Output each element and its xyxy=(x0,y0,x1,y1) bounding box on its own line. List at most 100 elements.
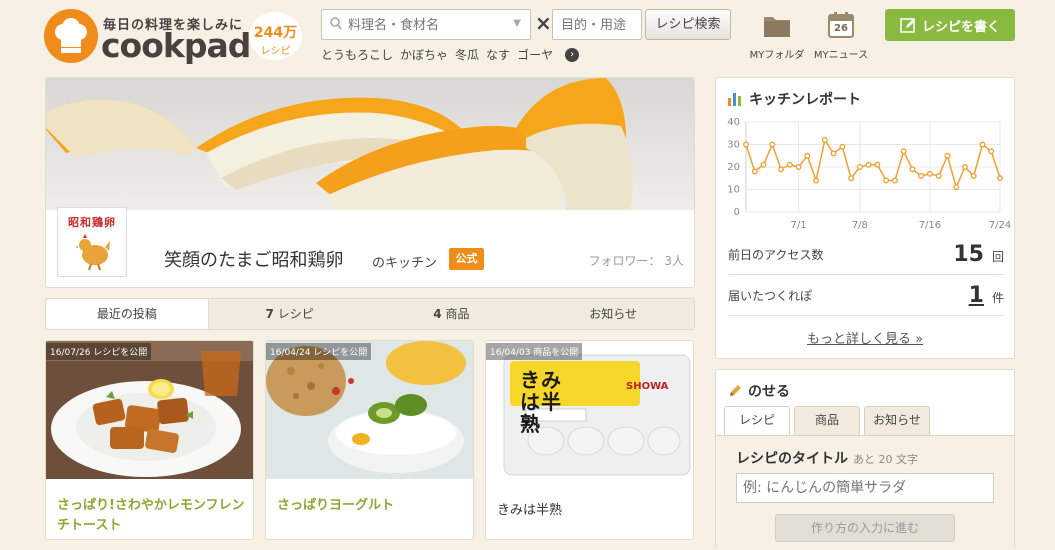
folder-icon xyxy=(764,17,790,37)
kitchen-name[interactable]: 笑顔のたまご昭和鶏卵 xyxy=(164,246,343,272)
kitchen-report-heading: キッチンレポート xyxy=(728,89,861,109)
access-data-point xyxy=(874,161,881,168)
access-data-point xyxy=(848,175,855,182)
write-recipe-button[interactable]: レシピを書く xyxy=(885,9,1015,41)
my-folder-label: MYフォルダ xyxy=(749,50,805,61)
french-toast-photo xyxy=(46,341,253,479)
access-data-point xyxy=(865,161,872,168)
tsukurepo-unit: 件 xyxy=(991,291,1004,305)
access-data-point xyxy=(786,161,793,168)
y-tick-label: 30 xyxy=(727,140,740,151)
access-data-point xyxy=(962,164,968,170)
kitchen-suffix: のキッチン xyxy=(372,256,438,271)
post-card[interactable]: SHOWA きみは半熟 16/04/03 商品を公開 きみは半熟 xyxy=(485,340,694,540)
tab-count: 4 xyxy=(433,307,442,321)
access-data-point xyxy=(804,152,811,159)
access-data-point xyxy=(769,141,776,148)
report-more-link[interactable]: もっと詳しく見る » xyxy=(716,328,1014,347)
recipe-count-unit: レシピ xyxy=(260,46,291,57)
my-folder-link[interactable]: MYフォルダ xyxy=(749,11,805,61)
tab-recent-posts[interactable]: 最近の投稿 xyxy=(46,299,209,329)
access-count-row: 前日のアクセス数 15 回 xyxy=(728,235,1004,275)
write-recipe-label: レシピを書く xyxy=(921,19,1000,35)
access-data-point xyxy=(944,152,951,159)
bar-chart-icon xyxy=(728,92,741,106)
official-badge: 公式 xyxy=(449,248,484,270)
y-tick-label: 10 xyxy=(727,185,740,196)
my-news-label: MYニュース xyxy=(813,50,869,61)
post-date-badge: 16/07/26 レシピを公開 xyxy=(46,343,152,360)
access-data-point xyxy=(926,170,933,177)
post-title[interactable]: きみは半熟 xyxy=(497,501,685,521)
post-card[interactable]: 16/07/26 レシピを公開 さっぱり!さわやかレモンフレンチトースト xyxy=(45,340,254,540)
access-data-point xyxy=(751,168,758,175)
suggestion-link[interactable]: なす xyxy=(486,46,510,63)
tab-count: 7 xyxy=(265,307,274,321)
kitchen-logo[interactable]: 昭和鶏卵 xyxy=(57,207,127,277)
access-count-unit: 回 xyxy=(991,250,1004,264)
recipe-title-form: レシピのタイトル あと 20 文字 作り方の入力に進む xyxy=(716,435,1014,550)
recipe-search-button[interactable]: レシピ検索 xyxy=(645,9,731,40)
next-step-button[interactable]: 作り方の入力に進む xyxy=(775,514,955,542)
y-tick-label: 0 xyxy=(734,207,740,218)
kitchen-profile-card: 昭和鶏卵 笑顔のたまご昭和鶏卵 のキッチン 公式 フォロワー： 3人 xyxy=(45,77,695,288)
access-data-point xyxy=(856,164,863,170)
pencil-icon xyxy=(730,385,741,396)
tab-recipes[interactable]: 7 レシピ xyxy=(209,299,371,329)
my-news-link[interactable]: MYニュース xyxy=(812,11,870,61)
access-data-point xyxy=(900,148,907,155)
tsukurepo-value[interactable]: 1 xyxy=(969,283,984,308)
tab-products[interactable]: 4 商品 xyxy=(371,299,533,329)
calendar-date: 26 xyxy=(834,23,848,34)
yogurt-photo xyxy=(266,341,473,479)
access-data-point xyxy=(970,173,977,179)
search-suggestions: とうもろこし かぼちゃ 冬瓜 なす ゴーヤ › xyxy=(321,46,580,63)
kitchen-logo-text: 昭和鶏卵 xyxy=(68,216,116,229)
access-data-point xyxy=(891,177,898,184)
kitchen-banner-image xyxy=(46,78,694,210)
access-data-point xyxy=(953,184,960,191)
post-title[interactable]: さっぱり!さわやかレモンフレンチトースト xyxy=(57,496,245,536)
post-date-badge: 16/04/03 商品を公開 xyxy=(486,343,583,360)
tab-announcement[interactable]: お知らせ xyxy=(864,406,930,435)
recipe-title-input[interactable] xyxy=(736,473,994,503)
logo-wordmark[interactable]: cookpad xyxy=(101,26,251,65)
suggestion-link[interactable]: とうもろこし xyxy=(321,46,393,63)
suggestion-link[interactable]: かぼちゃ xyxy=(400,46,448,63)
x-tick-label: 7/24 xyxy=(989,220,1011,231)
access-data-point xyxy=(909,166,916,173)
chef-hat-icon xyxy=(55,18,87,53)
access-data-point xyxy=(935,173,942,179)
keyword-search-input[interactable] xyxy=(346,15,506,35)
suggestion-link[interactable]: ゴーヤ xyxy=(517,46,553,63)
purpose-search-input[interactable] xyxy=(559,15,637,35)
y-tick-label: 20 xyxy=(727,162,740,173)
post-card[interactable]: 16/04/24 レシピを公開 さっぱりヨーグルト xyxy=(265,340,474,540)
tab-product[interactable]: 商品 xyxy=(794,406,860,435)
tab-label: 最近の投稿 xyxy=(96,307,157,321)
more-suggestions-icon[interactable]: › xyxy=(565,47,580,62)
cookpad-logo[interactable] xyxy=(44,9,98,63)
egg-pack-photo: SHOWA xyxy=(486,341,693,479)
recipe-count-number: 244万 xyxy=(253,25,298,41)
keyword-search-field[interactable]: ▼ xyxy=(321,9,531,40)
suggestion-link[interactable]: 冬瓜 xyxy=(455,46,479,63)
access-series-line xyxy=(745,138,1001,190)
access-data-point xyxy=(839,143,846,150)
x-tick-label: 7/16 xyxy=(919,220,941,231)
kitchen-report-panel: キッチンレポート 0 10 20 30 40 7/1 7/8 7/16 7/24 前日のアクセス… xyxy=(715,77,1015,359)
access-data-point xyxy=(830,150,837,157)
access-count-value: 15 xyxy=(953,242,984,267)
post-title[interactable]: さっぱりヨーグルト xyxy=(277,496,465,516)
tab-recipe[interactable]: レシピ xyxy=(724,406,790,435)
tsukurepo-label: 届いたつくれぽ xyxy=(728,289,813,303)
access-count-label: 前日のアクセス数 xyxy=(728,248,824,262)
purpose-search-field[interactable] xyxy=(552,9,642,40)
x-tick-label: 7/1 xyxy=(791,220,807,231)
access-data-point xyxy=(918,173,925,179)
follower-count[interactable]: フォロワー： 3人 xyxy=(589,252,684,269)
dropdown-arrow-icon[interactable]: ▼ xyxy=(513,18,521,29)
access-line-chart: 0 10 20 30 40 7/1 7/8 7/16 7/24 xyxy=(727,117,1011,231)
post-form-panel: のせる レシピ 商品 お知らせ レシピのタイトル あと 20 文字 作り方の入力… xyxy=(715,369,1015,550)
tab-news[interactable]: お知らせ xyxy=(532,299,694,329)
